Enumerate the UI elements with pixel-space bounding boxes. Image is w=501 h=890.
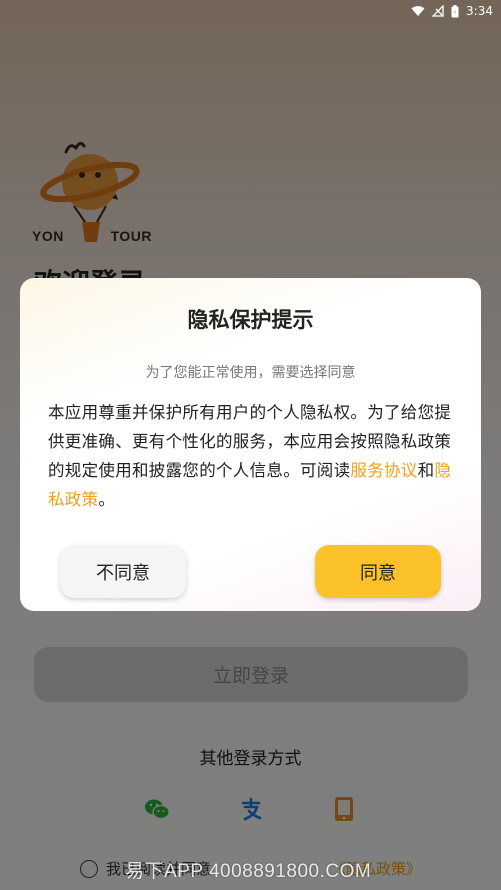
watermark-text: 易下APP 4008891800.COM [125,861,372,882]
dialog-body: 本应用尊重并保护所有用户的个人隐私权。为了给您提供更准确、更有个性化的服务，本应… [48,398,453,514]
agree-button[interactable]: 同意 [315,545,441,598]
battery-icon [451,4,459,17]
no-signal-icon [432,5,444,17]
dialog-and-text: 和 [417,461,435,480]
status-bar: 3:34 [0,0,501,22]
status-time: 3:34 [466,4,493,18]
wifi-icon [411,6,425,16]
service-agreement-link[interactable]: 服务协议 [350,461,417,480]
disagree-button[interactable]: 不同意 [60,545,186,598]
dialog-subtitle: 为了您能正常使用，需要选择同意 [145,365,356,381]
privacy-dialog: 隐私保护提示 为了您能正常使用，需要选择同意 本应用尊重并保护所有用户的个人隐私… [20,278,481,611]
dialog-title: 隐私保护提示 [187,308,314,332]
dialog-end-text: 。 [98,490,116,509]
